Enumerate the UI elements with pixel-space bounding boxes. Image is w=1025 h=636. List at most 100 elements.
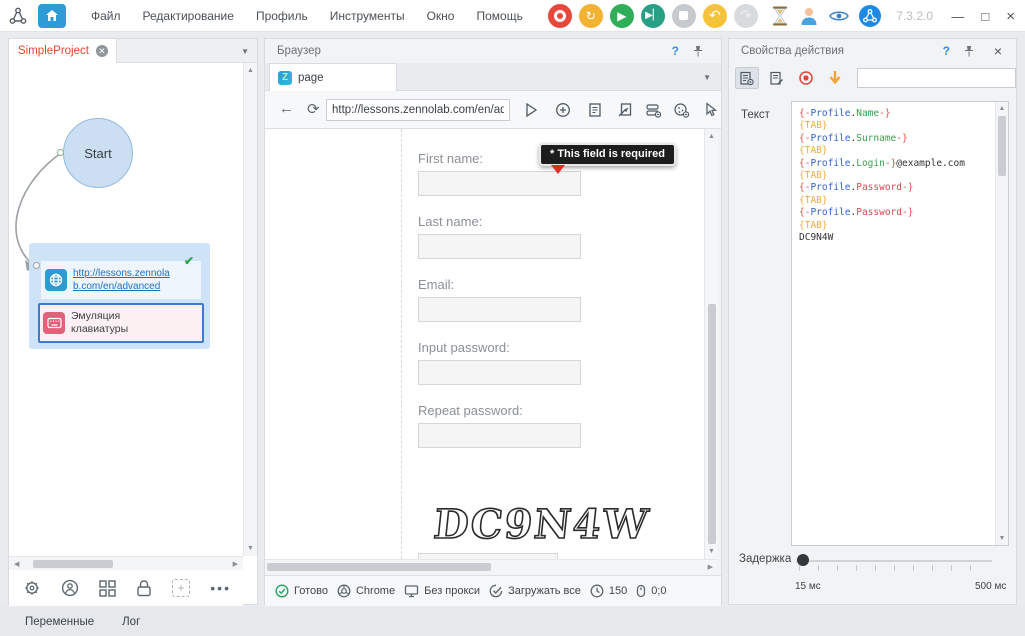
delay-slider-track[interactable]: [796, 560, 992, 562]
form-text-input[interactable]: [418, 234, 581, 259]
menu-item[interactable]: Инструменты: [319, 0, 416, 32]
zennoposter-blue-icon[interactable]: [858, 4, 882, 28]
url-input[interactable]: [326, 99, 510, 121]
node-connector-dot[interactable]: [33, 262, 40, 269]
page-tools-icon[interactable]: [617, 102, 633, 118]
close-button[interactable]: ×: [1006, 8, 1015, 25]
pin-icon[interactable]: [964, 45, 974, 57]
keyboard-icon: [43, 312, 65, 334]
select-element-cursor-icon[interactable]: [702, 102, 718, 118]
code-line: {TAB}: [799, 145, 996, 157]
browser-horizontal-scrollbar[interactable]: ▶: [265, 559, 718, 573]
action-properties-panel: Свойства действия ? ×: [728, 38, 1017, 605]
add-tab-icon[interactable]: [555, 102, 571, 118]
add-action-icon[interactable]: +: [172, 579, 190, 597]
start-connector-dot[interactable]: [57, 149, 64, 156]
form-field-label: Email:: [418, 277, 581, 292]
bottom-tab[interactable]: Лог: [122, 616, 140, 628]
code-line: {-Profile.Password-}: [799, 207, 996, 219]
start-node[interactable]: Start: [63, 118, 133, 188]
page-source-icon[interactable]: [587, 102, 603, 118]
browser-vertical-scrollbar[interactable]: ▲ ▼: [704, 129, 718, 559]
page-tab[interactable]: Z page: [269, 63, 397, 91]
delay-min-label: 15 мс: [795, 581, 821, 592]
status-proxy[interactable]: Без прокси: [404, 584, 480, 598]
stop-button[interactable]: [672, 4, 696, 28]
pin-icon[interactable]: [693, 45, 703, 57]
editor-vertical-scrollbar[interactable]: ▲ ▼: [995, 102, 1008, 545]
browser-viewport[interactable]: First name:Last name:Email:Input passwor…: [265, 129, 704, 559]
code-line: {TAB}: [799, 220, 996, 232]
project-vertical-scrollbar[interactable]: ▲ ▼: [243, 63, 257, 556]
comment-view-button[interactable]: [765, 67, 789, 89]
clear-cache-icon[interactable]: [645, 102, 661, 118]
form-text-input[interactable]: [418, 423, 581, 448]
ready-check-icon: [275, 584, 289, 598]
keyboard-text-editor[interactable]: {-Profile.Name-}{TAB}{-Profile.Surname-}…: [791, 101, 1009, 546]
lock-icon[interactable]: [136, 579, 152, 597]
redo-button[interactable]: ↷: [734, 4, 758, 28]
status-browser-engine[interactable]: Chrome: [337, 584, 395, 598]
home-button[interactable]: [38, 4, 66, 28]
tab-close-icon[interactable]: ✕: [96, 45, 108, 57]
flow-canvas[interactable]: Start http://lessons.zennola b.com/en/ad…: [9, 63, 243, 556]
minimize-button[interactable]: —: [951, 9, 964, 24]
validation-tooltip-arrow: [551, 165, 565, 174]
form-text-input[interactable]: [418, 171, 581, 196]
goto-url-node[interactable]: http://lessons.zennola b.com/en/advanced: [41, 261, 201, 299]
form-text-input[interactable]: [418, 360, 581, 385]
close-panel-icon[interactable]: ×: [994, 43, 1002, 59]
code-line: {TAB}: [799, 195, 996, 207]
properties-toolbar: [729, 63, 1016, 93]
goto-url-node-label[interactable]: http://lessons.zennola b.com/en/advanced: [73, 267, 170, 293]
record-action-button[interactable]: [794, 67, 818, 89]
play-icon: ▶: [617, 9, 626, 23]
page-tab-icon: Z: [278, 71, 292, 85]
menu-item[interactable]: Помощь: [465, 0, 533, 32]
code-line: DC9N4W: [799, 232, 996, 244]
menu-item[interactable]: Файл: [80, 0, 132, 32]
hourglass-icon[interactable]: [770, 5, 790, 27]
tab-dropdown-icon[interactable]: ▼: [241, 47, 249, 56]
back-icon[interactable]: ←: [279, 100, 294, 117]
bottom-tab[interactable]: Переменные: [25, 616, 94, 628]
status-timeout[interactable]: 150: [590, 584, 627, 598]
modules-grid-icon[interactable]: [99, 580, 116, 597]
properties-search-input[interactable]: [857, 68, 1016, 88]
run-page-icon[interactable]: [523, 102, 539, 118]
restart-button[interactable]: ↻: [579, 4, 603, 28]
play-button[interactable]: ▶: [610, 4, 634, 28]
profile-circle-icon[interactable]: [61, 579, 79, 597]
properties-view-button[interactable]: [735, 67, 759, 89]
apply-down-button[interactable]: [824, 67, 848, 89]
clear-cookies-icon[interactable]: [673, 102, 689, 118]
step-button[interactable]: ▶▏: [641, 4, 665, 28]
code-line: {TAB}: [799, 120, 996, 132]
menu-item[interactable]: Профиль: [245, 0, 319, 32]
settings-gear-icon[interactable]: [23, 579, 41, 597]
menu-item[interactable]: Редактирование: [132, 0, 245, 32]
project-horizontal-scrollbar[interactable]: ◀ ▶: [9, 556, 243, 570]
captcha-image: DC9N4W: [432, 501, 653, 548]
form-text-input[interactable]: [418, 297, 581, 322]
project-tab[interactable]: SimpleProject ✕: [9, 39, 117, 63]
tabs-dropdown-icon[interactable]: ▼: [703, 73, 711, 82]
profile-user-icon[interactable]: [798, 5, 820, 27]
eye-icon[interactable]: [828, 8, 850, 24]
form-field-label: Input password:: [418, 340, 581, 355]
project-tab-label: SimpleProject: [18, 45, 89, 57]
undo-button[interactable]: ↶: [703, 4, 727, 28]
help-icon[interactable]: ?: [943, 44, 950, 58]
project-toolbar: + •••: [9, 570, 243, 606]
maximize-button[interactable]: □: [981, 9, 989, 24]
keyboard-emulation-node[interactable]: Эмуляция клавиатуры: [38, 303, 204, 343]
help-icon[interactable]: ?: [672, 44, 679, 58]
home-icon: [45, 9, 59, 22]
more-actions-button[interactable]: •••: [210, 580, 231, 596]
status-load-mode[interactable]: Загружать все: [489, 584, 581, 598]
refresh-icon[interactable]: ⟳: [307, 100, 320, 118]
down-arrow-icon: [828, 70, 842, 86]
stop-icon: [679, 11, 688, 20]
record-button[interactable]: [548, 4, 572, 28]
menu-item[interactable]: Окно: [416, 0, 466, 32]
